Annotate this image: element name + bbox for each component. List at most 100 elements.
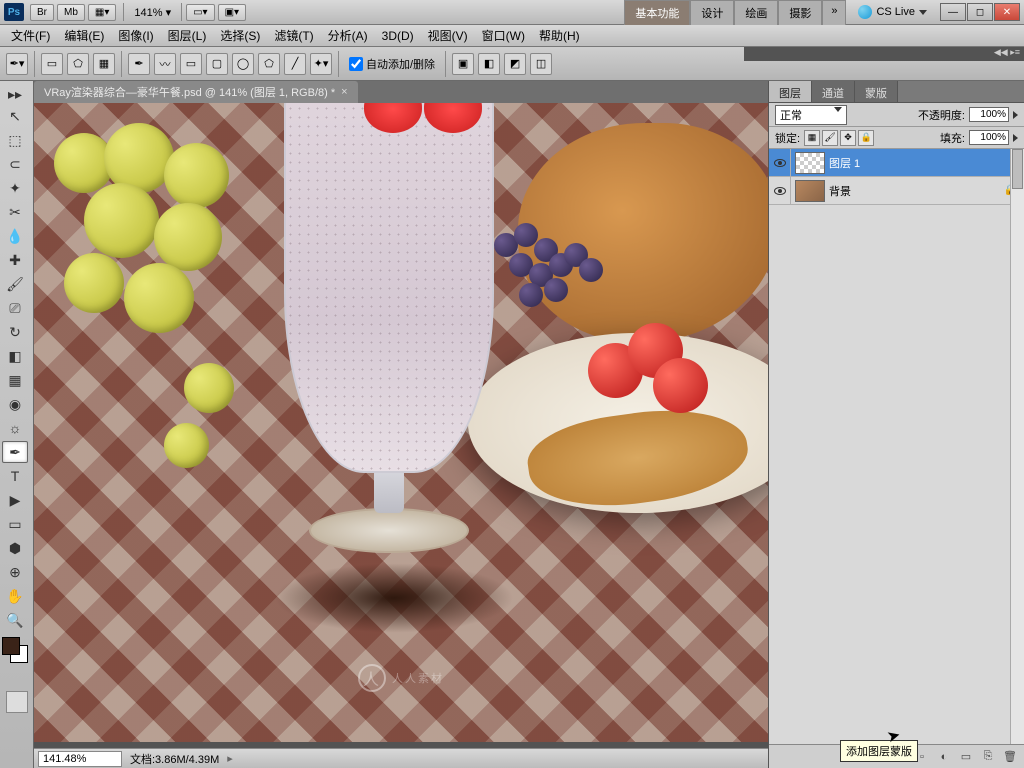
new-group-button[interactable]: ▭ (956, 748, 976, 766)
opacity-input[interactable]: 100% (969, 107, 1009, 122)
3d-camera-tool[interactable]: ⊕ (2, 561, 28, 583)
shape-polygon-icon[interactable]: ⬠ (258, 53, 280, 75)
shape-rect-icon[interactable]: ▭ (180, 53, 202, 75)
layer-name[interactable]: 背景 (829, 183, 851, 199)
visibility-toggle[interactable] (769, 149, 791, 176)
pen-tool-icon[interactable]: ✒ (128, 53, 150, 75)
dodge-tool[interactable]: ☼ (2, 417, 28, 439)
cslive-button[interactable]: CS Live (852, 5, 933, 19)
minibridge-button[interactable]: Mb (57, 4, 85, 21)
layer-name[interactable]: 图层 1 (829, 155, 860, 171)
close-icon[interactable]: × (341, 86, 347, 98)
marquee-tool[interactable]: ⬚ (2, 129, 28, 151)
panel-tab-masks[interactable]: 蒙版 (855, 81, 898, 102)
stamp-tool[interactable]: ⎚ (2, 297, 28, 319)
eraser-tool[interactable]: ◧ (2, 345, 28, 367)
canvas[interactable]: 人 人人素材 141.48% 文档:3.86M/4.39M ▸ (34, 103, 768, 768)
path-op-combine[interactable]: ▣ (452, 53, 474, 75)
menu-analysis[interactable]: 分析(A) (321, 24, 375, 47)
hand-tool[interactable]: ✋ (2, 585, 28, 607)
path-mode-path[interactable]: ⬠ (67, 53, 89, 75)
healing-tool[interactable]: ✚ (2, 249, 28, 271)
gradient-tool[interactable]: ▦ (2, 369, 28, 391)
menu-3d[interactable]: 3D(D) (375, 26, 421, 46)
delete-layer-button[interactable]: 🗑 (1000, 748, 1020, 766)
zoom-display[interactable]: 141% ▾ (128, 4, 177, 21)
adjustment-layer-button[interactable]: ◐ (934, 748, 954, 766)
screen-mode-button[interactable]: ▣▾ (218, 4, 246, 21)
brush-tool[interactable]: 🖌 (2, 273, 28, 295)
window-minimize[interactable]: — (940, 3, 966, 21)
panel-tab-channels[interactable]: 通道 (812, 81, 855, 102)
lasso-tool[interactable]: ⊂ (2, 153, 28, 175)
path-op-subtract[interactable]: ◧ (478, 53, 500, 75)
window-maximize[interactable]: ◻ (967, 3, 993, 21)
menu-edit[interactable]: 编辑(E) (57, 24, 111, 47)
blend-mode-select[interactable]: 正常 (775, 105, 847, 125)
pen-tool[interactable]: ✒ (2, 441, 28, 463)
workspace-more[interactable]: » (822, 0, 846, 25)
menu-select[interactable]: 选择(S) (213, 24, 267, 47)
panel-tab-layers[interactable]: 图层 (769, 81, 812, 102)
path-select-tool[interactable]: ▶ (2, 489, 28, 511)
layer-thumbnail[interactable] (795, 180, 825, 202)
menu-file[interactable]: 文件(F) (4, 24, 57, 47)
shape-custom-icon[interactable]: ✦▾ (310, 53, 332, 75)
layer-row[interactable]: 背景 🔒 (769, 177, 1024, 205)
menu-filter[interactable]: 滤镜(T) (267, 24, 320, 47)
view-extras-button[interactable]: ▦▾ (88, 4, 116, 21)
3d-tool[interactable]: ⬢ (2, 537, 28, 559)
shape-line-icon[interactable]: ╱ (284, 53, 306, 75)
foreground-color[interactable] (2, 637, 20, 655)
opacity-slider-arrow[interactable] (1013, 111, 1018, 119)
type-tool[interactable]: T (2, 465, 28, 487)
menu-view[interactable]: 视图(V) (421, 24, 475, 47)
workspace-tab-design[interactable]: 设计 (690, 0, 734, 25)
eyedropper-tool[interactable]: 💧 (2, 225, 28, 247)
window-close[interactable]: ✕ (994, 3, 1020, 21)
menu-layer[interactable]: 图层(L) (161, 24, 214, 47)
quick-select-tool[interactable]: ✦ (2, 177, 28, 199)
fill-slider-arrow[interactable] (1013, 134, 1018, 142)
crop-tool[interactable]: ✂ (2, 201, 28, 223)
move-tool[interactable]: ↖ (2, 105, 28, 127)
scrollbar-thumb[interactable] (1012, 149, 1023, 189)
path-mode-fill[interactable]: ▦ (93, 53, 115, 75)
visibility-toggle[interactable] (769, 177, 791, 204)
quick-mask-toggle[interactable] (6, 691, 28, 713)
panel-collapse-bar[interactable]: ◀◀ ▸≡ (744, 47, 1024, 61)
lock-transparency[interactable]: ▦ (804, 130, 820, 146)
menu-image[interactable]: 图像(I) (111, 24, 160, 47)
blur-tool[interactable]: ◉ (2, 393, 28, 415)
auto-add-delete-check[interactable]: 自动添加/删除 (349, 56, 435, 72)
menu-help[interactable]: 帮助(H) (532, 24, 587, 47)
bridge-button[interactable]: Br (30, 4, 54, 21)
status-zoom[interactable]: 141.48% (38, 751, 122, 767)
menu-window[interactable]: 窗口(W) (475, 24, 532, 47)
freeform-pen-icon[interactable]: 〰 (154, 53, 176, 75)
document-tab[interactable]: VRay渲染器综合—豪华午餐.psd @ 141% (图层 1, RGB/8) … (34, 81, 358, 103)
workspace-tab-photo[interactable]: 摄影 (778, 0, 822, 25)
path-op-intersect[interactable]: ◩ (504, 53, 526, 75)
tool-preset[interactable]: ✒▾ (6, 53, 28, 75)
path-op-exclude[interactable]: ◫ (530, 53, 552, 75)
lock-pixels[interactable]: 🖌 (822, 130, 838, 146)
layer-row[interactable]: 图层 1 (769, 149, 1024, 177)
shape-tool[interactable]: ▭ (2, 513, 28, 535)
path-mode-shape[interactable]: ▭ (41, 53, 63, 75)
fill-input[interactable]: 100% (969, 130, 1009, 145)
toolbox-collapse[interactable]: ▸▸ (2, 85, 28, 103)
lock-all[interactable]: 🔒 (858, 130, 874, 146)
workspace-tab-essentials[interactable]: 基本功能 (624, 0, 690, 25)
shape-ellipse-icon[interactable]: ◯ (232, 53, 254, 75)
shape-roundrect-icon[interactable]: ▢ (206, 53, 228, 75)
arrange-button[interactable]: ▭▾ (186, 4, 214, 21)
auto-add-checkbox[interactable] (349, 57, 363, 71)
status-menu-arrow[interactable]: ▸ (227, 752, 233, 765)
scrollbar[interactable] (1010, 149, 1024, 744)
layer-thumbnail[interactable] (795, 152, 825, 174)
history-brush-tool[interactable]: ↻ (2, 321, 28, 343)
new-layer-button[interactable]: ⎘ (978, 748, 998, 766)
lock-position[interactable]: ✥ (840, 130, 856, 146)
workspace-tab-paint[interactable]: 绘画 (734, 0, 778, 25)
